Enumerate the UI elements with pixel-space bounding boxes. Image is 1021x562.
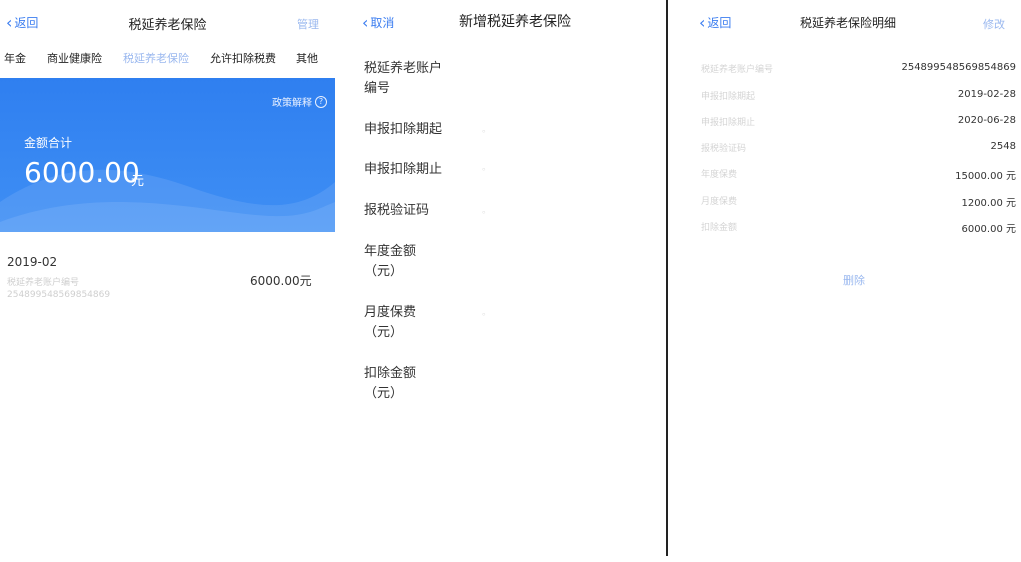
field-label-line2: 编号 bbox=[364, 81, 391, 96]
detail-row-deduction-amount: 扣除金额 6000.00 元 bbox=[701, 220, 1016, 236]
detail-key: 年度保费 bbox=[701, 170, 738, 180]
detail-key: 税延养老账户编号 bbox=[701, 65, 774, 75]
detail-row-monthly-premium: 月度保费 1200.00 元 bbox=[701, 194, 1016, 210]
field-label-line1: 税延养老账户 bbox=[364, 61, 443, 76]
page-title: 税延养老保险明细 bbox=[799, 16, 896, 30]
deduction-end-field[interactable]: 申报扣除期止 bbox=[364, 160, 442, 180]
edit-button[interactable]: 修改 bbox=[983, 16, 1005, 32]
page-title: 税延养老保险 bbox=[128, 18, 207, 33]
total-value: 6000.00 bbox=[24, 156, 140, 189]
record-date: 2019-02 bbox=[7, 255, 58, 269]
field-label-line2: （元） bbox=[364, 325, 404, 340]
annual-amount-field[interactable]: 年度金额 （元） bbox=[364, 242, 416, 282]
insurance-list-screen: ‹ 返回 税延养老保险 管理 年金 商业健康险 税延养老保险 允许扣除税费 其他… bbox=[0, 0, 335, 562]
detail-row-end-date: 申报扣除期止 2020-06-28 bbox=[701, 115, 1016, 131]
policy-label: 政策解释 bbox=[272, 98, 312, 109]
deduction-start-field[interactable]: 申报扣除期起 bbox=[364, 120, 442, 140]
insurance-detail-screen: ‹ 返回 税延养老保险明细 修改 税延养老账户编号 25489954856985… bbox=[687, 0, 1021, 562]
policy-explanation-link[interactable]: 政策解释 ? bbox=[272, 94, 327, 109]
tab-deductible-taxes[interactable]: 允许扣除税费 bbox=[210, 50, 276, 66]
tab-other[interactable]: 其他 bbox=[296, 50, 318, 66]
detail-key: 报税验证码 bbox=[701, 144, 747, 154]
detail-key: 申报扣除期止 bbox=[701, 118, 756, 128]
detail-value: 2548 bbox=[990, 141, 1016, 152]
detail-value: 2020-06-28 bbox=[957, 115, 1016, 126]
nav-bar: ‹ 返回 税延养老保险明细 修改 bbox=[687, 0, 1021, 46]
category-tabs: 年金 商业健康险 税延养老保险 允许扣除税费 其他 bbox=[0, 50, 335, 76]
total-label: 金额合计 bbox=[24, 136, 73, 150]
summary-banner: 政策解释 ? 金额合计 6000.00 元 bbox=[0, 78, 335, 232]
detail-key: 申报扣除期起 bbox=[701, 92, 756, 102]
field-label-line1: 申报扣除期止 bbox=[364, 162, 443, 177]
detail-row-account-number: 税延养老账户编号 254899548569854869 bbox=[701, 62, 1016, 78]
field-label-line2: （元） bbox=[364, 386, 404, 401]
detail-value: 6000.00 元 bbox=[961, 224, 1016, 235]
detail-row-annual-premium: 年度保费 15000.00 元 bbox=[701, 167, 1016, 183]
nav-bar: ‹ 返回 税延养老保险 管理 bbox=[0, 0, 335, 46]
nav-bar: ‹ 取消 新增税延养老保险 bbox=[352, 0, 666, 46]
tab-tax-deferred-pension[interactable]: 税延养老保险 bbox=[123, 50, 189, 66]
field-label-line1: 扣除金额 bbox=[364, 366, 417, 381]
deduction-end-hint: 。 bbox=[482, 163, 492, 173]
deduction-amount-field[interactable]: 扣除金额 （元） bbox=[364, 364, 416, 404]
monthly-premium-field[interactable]: 月度保费 （元） bbox=[364, 303, 416, 343]
detail-value: 2019-02-28 bbox=[957, 89, 1016, 100]
tax-verification-hint: 。 bbox=[482, 206, 492, 216]
manage-button[interactable]: 管理 bbox=[297, 16, 319, 32]
field-label-line1: 年度金额 bbox=[364, 244, 417, 259]
field-label-line2: （元） bbox=[364, 264, 404, 279]
delete-button[interactable]: 删除 bbox=[687, 272, 1021, 288]
detail-value: 254899548569854869 bbox=[901, 62, 1016, 73]
detail-value: 15000.00 元 bbox=[955, 171, 1016, 182]
monthly-premium-hint: 。 bbox=[482, 308, 492, 318]
record-account-label: 税延养老账户编号 bbox=[7, 278, 80, 288]
page-title: 新增税延养老保险 bbox=[459, 14, 571, 30]
detail-row-start-date: 申报扣除期起 2019-02-28 bbox=[701, 89, 1016, 105]
deduction-start-hint: 。 bbox=[482, 125, 492, 135]
record-amount: 6000.00元 bbox=[250, 274, 312, 288]
total-unit: 元 bbox=[131, 174, 145, 189]
field-label-line1: 申报扣除期起 bbox=[364, 122, 443, 137]
detail-key: 扣除金额 bbox=[701, 223, 738, 233]
detail-key: 月度保费 bbox=[701, 197, 738, 207]
tab-annuity[interactable]: 年金 bbox=[4, 50, 26, 66]
tab-health[interactable]: 商业健康险 bbox=[47, 50, 102, 66]
account-number-field-label[interactable]: 税延养老账户 编号 bbox=[364, 59, 442, 99]
add-insurance-screen: ‹ 取消 新增税延养老保险 税延养老账户 编号 申报扣除期起 。 申报扣除期止 … bbox=[352, 0, 668, 556]
question-icon: ? bbox=[315, 95, 327, 108]
field-label-line1: 报税验证码 bbox=[364, 203, 430, 218]
field-label-line1: 月度保费 bbox=[364, 305, 417, 320]
tax-verification-code-field[interactable]: 报税验证码 bbox=[364, 201, 429, 221]
detail-row-verification-code: 报税验证码 2548 bbox=[701, 141, 1016, 157]
record-account-number: 254899548569854869 bbox=[7, 290, 111, 300]
detail-value: 1200.00 元 bbox=[961, 198, 1016, 209]
